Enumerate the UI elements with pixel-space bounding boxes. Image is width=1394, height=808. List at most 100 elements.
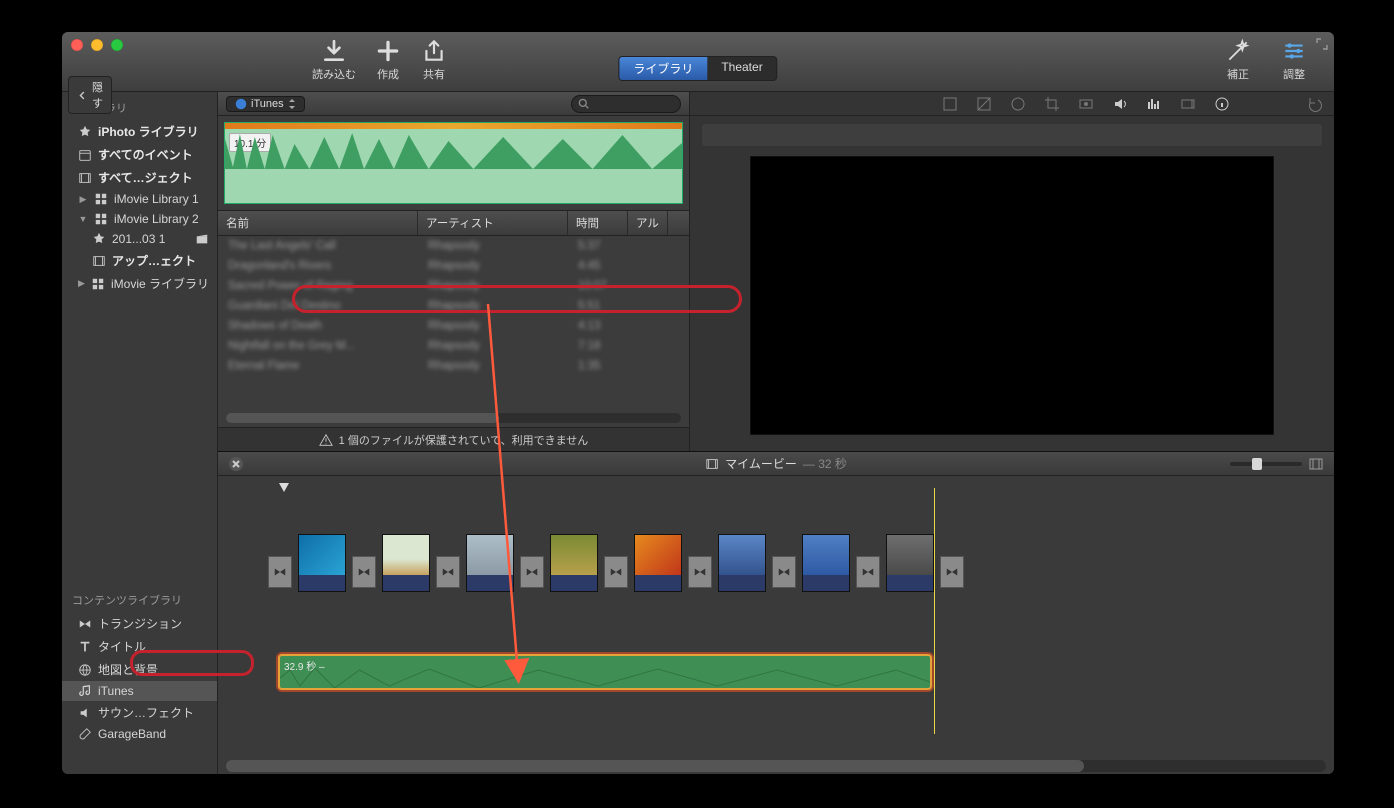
sidebar-item-garageband[interactable]: GarageBand	[62, 724, 217, 744]
color-balance-icon[interactable]	[942, 96, 958, 112]
preview-canvas[interactable]	[750, 156, 1274, 435]
video-clip[interactable]	[718, 534, 766, 592]
settings-icon[interactable]	[1308, 456, 1324, 472]
import-button[interactable]: 読み込む	[312, 38, 356, 82]
playhead[interactable]	[278, 482, 290, 497]
col-artist[interactable]: アーティスト	[418, 211, 568, 235]
transition-clip[interactable]	[268, 556, 292, 588]
timeline-body[interactable]: 3.9 秒 – マ… 3.9 秒 – 監…	[218, 476, 1334, 774]
waveform-preview[interactable]: 10.1 分	[224, 122, 683, 204]
sidebar-item-all-events[interactable]: すべてのイベント	[62, 143, 217, 166]
track-row[interactable]: Shadows of DeathRhapsody4:13	[218, 316, 689, 336]
search-icon	[578, 98, 589, 109]
video-clip[interactable]	[466, 534, 514, 592]
disclosure-icon[interactable]: ▼	[78, 214, 88, 224]
wand-icon	[1224, 38, 1252, 64]
transition-clip[interactable]	[856, 556, 880, 588]
create-button[interactable]: 作成	[374, 38, 402, 82]
import-icon	[320, 38, 348, 64]
col-album[interactable]: アル	[628, 211, 668, 235]
sidebar-item-maps[interactable]: 地図と背景	[62, 658, 217, 681]
text-icon	[78, 640, 92, 654]
globe-icon	[78, 663, 92, 677]
transition-clip[interactable]	[688, 556, 712, 588]
transition-clip[interactable]	[520, 556, 544, 588]
track-list[interactable]: The Last Angels' CallRhapsody5:37 Dragon…	[218, 236, 689, 409]
minimize-window-button[interactable]	[91, 39, 103, 51]
sidebar-item-all-projects[interactable]: すべて…ジェクト	[62, 166, 217, 189]
horizontal-scrollbar[interactable]	[226, 413, 681, 423]
track-row[interactable]: The Last Angels' CallRhapsody5:37	[218, 236, 689, 256]
transition-clip[interactable]	[352, 556, 376, 588]
col-time[interactable]: 時間	[568, 211, 628, 235]
sidebar-item-imovie-lib1[interactable]: ▶ iMovie Library 1	[62, 189, 217, 209]
enhance-button[interactable]: 補正	[1224, 38, 1252, 82]
equalizer-icon[interactable]	[1146, 96, 1162, 112]
sidebar-item-sound-effects[interactable]: サウン…フェクト	[62, 701, 217, 724]
timeline-scrollbar[interactable]	[226, 760, 1326, 772]
sidebar-item-project[interactable]: アップ…ェクト	[62, 249, 217, 272]
speed-icon[interactable]	[1180, 96, 1196, 112]
sidebar-item-titles[interactable]: タイトル	[62, 635, 217, 658]
close-project-icon[interactable]	[228, 456, 244, 472]
sidebar-item-iphoto[interactable]: iPhoto ライブラリ	[62, 120, 217, 143]
content: ライブラリ iPhoto ライブラリ すべてのイベント すべて…ジェクト ▶ i…	[62, 92, 1334, 774]
zoom-thumb[interactable]	[1252, 458, 1262, 470]
inspector-strip	[702, 124, 1322, 146]
transition-clip[interactable]	[940, 556, 964, 588]
track-row-selected[interactable]: Sacred Power of RagingRhapsody10:07	[218, 276, 689, 296]
sidebar-item-itunes[interactable]: iTunes	[62, 681, 217, 701]
audio-clip[interactable]: 32.9 秒 –	[278, 654, 932, 690]
adjust-button[interactable]: 調整	[1280, 38, 1308, 82]
zoom-slider[interactable]	[1230, 462, 1302, 466]
hide-sidebar-button[interactable]: 隠す	[68, 76, 112, 114]
source-popup[interactable]: iTunes	[226, 96, 305, 112]
color-correction-icon[interactable]	[976, 96, 992, 112]
share-button[interactable]: 共有	[420, 38, 448, 82]
video-clip[interactable]	[550, 534, 598, 592]
volume-icon[interactable]	[1112, 96, 1128, 112]
itunes-icon	[235, 98, 247, 110]
view-segmented-control[interactable]: ライブラリ Theater	[618, 56, 777, 81]
video-track[interactable]	[268, 534, 1314, 592]
stabilize-icon[interactable]	[1078, 96, 1094, 112]
col-name[interactable]: 名前	[218, 211, 418, 235]
titlebar: 隠す 読み込む 作成 共有 ライブラリ Theater 補正	[62, 32, 1334, 92]
revert-icon[interactable]	[1306, 96, 1322, 112]
warning-icon	[319, 433, 333, 447]
crop-icon[interactable]	[1044, 96, 1060, 112]
color-wheel-icon[interactable]	[1010, 96, 1026, 112]
segment-library[interactable]: ライブラリ	[619, 57, 707, 80]
info-icon[interactable]	[1214, 96, 1230, 112]
main-area: iTunes 10.1 分	[218, 92, 1334, 774]
timeline-bar: マイムービー — 32 秒	[218, 452, 1334, 476]
disclosure-icon[interactable]: ▶	[78, 194, 88, 205]
film-icon	[705, 457, 719, 471]
video-clip[interactable]	[802, 534, 850, 592]
track-row[interactable]: Guardiani Del DestinoRhapsody5:51	[218, 296, 689, 316]
transition-clip[interactable]	[772, 556, 796, 588]
toolbar-right-group: 補正 調整	[1224, 38, 1308, 82]
video-clip[interactable]	[298, 534, 346, 592]
video-clip[interactable]	[634, 534, 682, 592]
transition-clip[interactable]	[436, 556, 460, 588]
sidebar-item-imovie-lib2[interactable]: ▼ iMovie Library 2	[62, 209, 217, 229]
sidebar-item-transitions[interactable]: トランジション	[62, 612, 217, 635]
disclosure-icon[interactable]: ▶	[78, 278, 85, 289]
zoom-control[interactable]	[1230, 456, 1324, 472]
track-table-header[interactable]: 名前 アーティスト 時間 アル	[218, 210, 689, 236]
sidebar-item-imovie-lib[interactable]: ▶ iMovie ライブラリ	[62, 272, 217, 295]
zoom-window-button[interactable]	[111, 39, 123, 51]
segment-theater[interactable]: Theater	[707, 57, 776, 80]
search-field[interactable]	[571, 95, 681, 113]
track-row[interactable]: Nightfall on the Grey M...Rhapsody7:18	[218, 336, 689, 356]
video-clip[interactable]	[382, 534, 430, 592]
sidebar-item-event[interactable]: 201...03 1	[62, 229, 217, 249]
fullscreen-icon[interactable]	[1316, 38, 1328, 53]
track-row[interactable]: Eternal FlameRhapsody1:35	[218, 356, 689, 376]
video-clip[interactable]	[886, 534, 934, 592]
close-window-button[interactable]	[71, 39, 83, 51]
plus-icon	[374, 38, 402, 64]
transition-clip[interactable]	[604, 556, 628, 588]
track-row[interactable]: Dragonland's RiversRhapsody4:45	[218, 256, 689, 276]
